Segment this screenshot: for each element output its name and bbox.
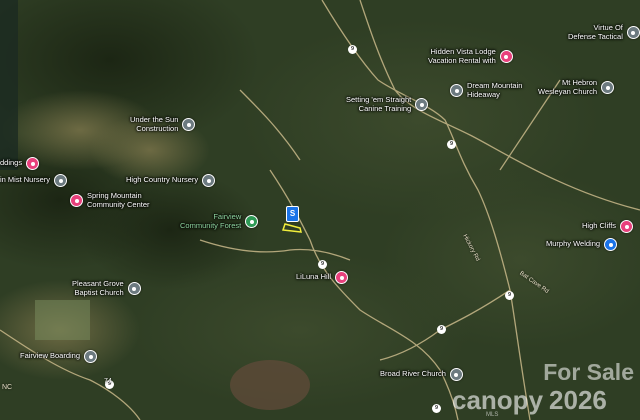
poi-virtue-defense[interactable]: Virtue Of Defense Tactical xyxy=(568,23,640,41)
brand-sub: MLS xyxy=(486,412,499,418)
poi-label: High Country Nursery xyxy=(126,175,199,185)
poi-label: Community Forest xyxy=(180,220,242,230)
poi-label: Construction xyxy=(136,123,179,133)
poi-label: Vacation Rental with xyxy=(428,55,496,65)
route-shield: 9 xyxy=(318,260,327,269)
poi-label: Baptist Church xyxy=(74,287,124,297)
poi-label: in Mist Nursery xyxy=(0,175,51,185)
park-pin-icon xyxy=(245,215,259,229)
poi-label: Fairview Boarding xyxy=(20,351,81,361)
poi-dream-mountain[interactable]: Dream Mountain Hideaway xyxy=(450,81,522,99)
venue-pin-icon xyxy=(620,220,634,233)
route-shield: 9 xyxy=(437,325,446,334)
lodging-pin-icon xyxy=(335,271,349,284)
brand-year: 2026 xyxy=(549,385,607,415)
poi-mist-nursery[interactable]: in Mist Nursery xyxy=(0,174,68,187)
poi-murphy-welding[interactable]: Murphy Welding xyxy=(546,238,618,251)
poi-under-the-sun[interactable]: Under the Sun Construction xyxy=(130,115,196,133)
poi-pleasant-grove[interactable]: Pleasant Grove Baptist Church xyxy=(72,279,141,297)
poi-weddings[interactable]: ddings xyxy=(0,157,40,170)
poi-fairview-forest[interactable]: Fairview Community Forest xyxy=(180,212,259,230)
poi-label: Broad River Church xyxy=(380,369,446,379)
business-pin-icon xyxy=(604,238,618,251)
poi-label: ddings xyxy=(0,158,23,168)
church-pin-icon xyxy=(127,282,141,296)
place-pin-icon xyxy=(54,174,68,187)
place-pin-icon xyxy=(182,118,196,132)
place-pin-icon xyxy=(626,26,640,40)
poi-label: Murphy Welding xyxy=(546,239,601,249)
poi-high-cliffs[interactable]: High Cliffs xyxy=(582,220,634,233)
poi-label: Canine Training xyxy=(358,103,412,113)
place-pin-icon xyxy=(84,350,98,363)
poi-label: Defense Tactical xyxy=(568,31,623,41)
edge-fragment: NC xyxy=(2,384,13,391)
church-pin-icon xyxy=(601,81,615,95)
poi-label: Community Center xyxy=(87,199,150,209)
route-shield: 9 xyxy=(348,45,357,54)
poi-spring-mountain[interactable]: Spring Mountain Community Center xyxy=(70,191,150,209)
place-pin-icon xyxy=(450,84,463,98)
venue-pin-icon xyxy=(26,157,40,170)
venue-pin-icon xyxy=(70,194,83,208)
poi-fairview-boarding[interactable]: Fairview Boarding xyxy=(20,350,98,363)
poi-mt-hebron[interactable]: Mt Hebron Wesleyan Church xyxy=(538,78,615,96)
poi-label: Wesleyan Church xyxy=(538,86,598,96)
poi-label: High Cliffs xyxy=(582,221,617,231)
place-pin-icon xyxy=(202,174,216,187)
satellite-map[interactable]: Virtue Of Defense Tactical Hidden Vista L… xyxy=(0,0,640,420)
route-shield: 9 xyxy=(447,140,456,149)
route-shield: 9 xyxy=(432,404,441,413)
edge-fragment: 74 xyxy=(104,378,112,385)
poi-label: Hideaway xyxy=(467,89,500,99)
poi-broad-river[interactable]: Broad River Church xyxy=(380,368,463,381)
poi-high-country[interactable]: High Country Nursery xyxy=(126,174,216,187)
place-pin-icon xyxy=(415,98,429,112)
poi-liluna-hill[interactable]: LiLuna Hill xyxy=(296,271,349,284)
lodging-pin-icon xyxy=(499,50,513,64)
poi-setting-em-straight[interactable]: Setting 'em Straight Canine Training xyxy=(346,95,429,113)
for-sale-watermark: For Sale xyxy=(543,359,634,385)
poi-hidden-vista[interactable]: Hidden Vista Lodge Vacation Rental with xyxy=(428,47,513,65)
route-shield: 9 xyxy=(505,291,514,300)
church-pin-icon xyxy=(449,368,463,381)
property-marker-icon[interactable]: S xyxy=(286,206,299,222)
poi-label: LiLuna Hill xyxy=(296,272,332,282)
brand-watermark: canopy MLS 2026 xyxy=(452,385,607,418)
